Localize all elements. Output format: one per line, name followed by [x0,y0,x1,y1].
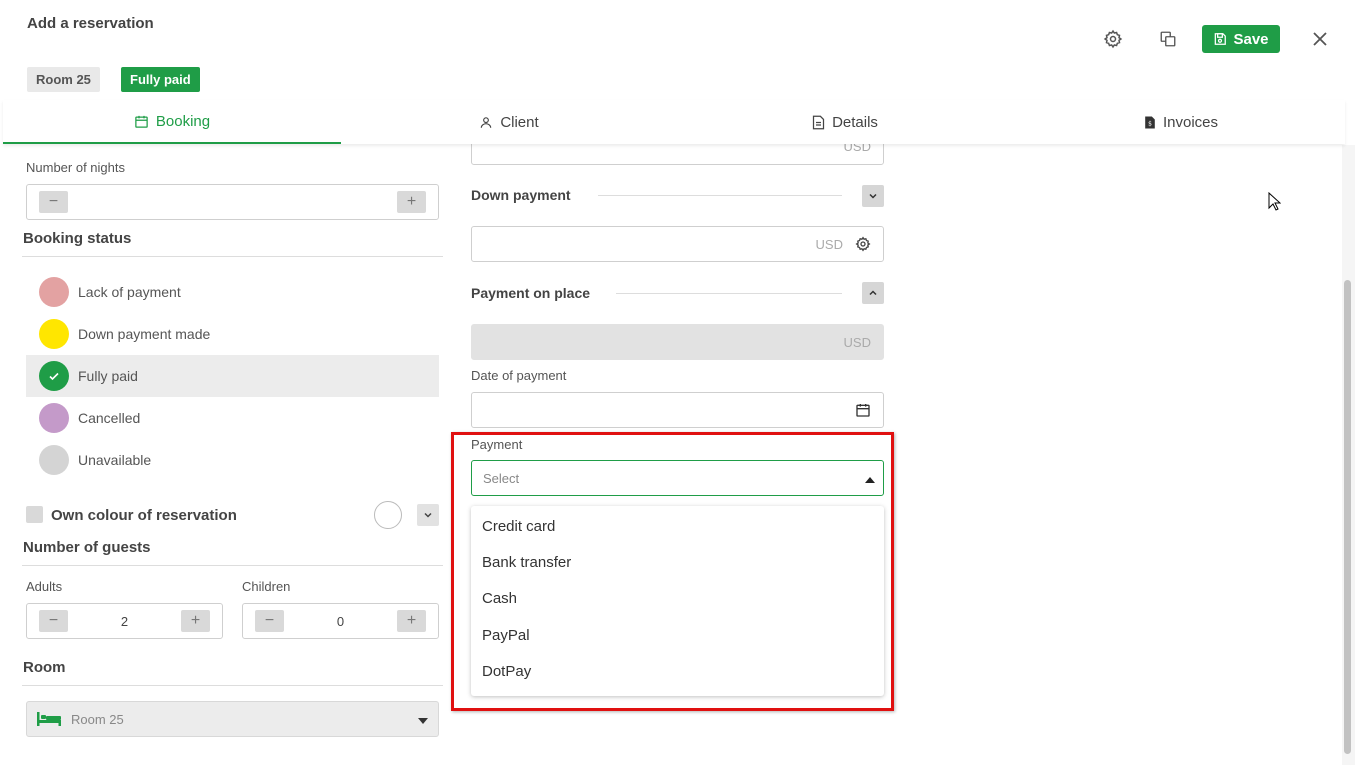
status-color-dot [39,319,69,349]
tab-bar: Booking Client Details $ Invoices [3,100,1345,144]
nights-stepper[interactable]: − + [26,184,439,220]
chevron-down-icon[interactable] [417,504,439,526]
divider [616,293,842,294]
check-icon [39,361,69,391]
adults-label: Adults [26,579,63,594]
floppy-disk-icon [1215,33,1227,45]
gear-icon[interactable] [1099,25,1127,53]
decrement-button[interactable]: − [39,191,68,213]
tab-label: Client [500,113,539,131]
booking-status-title: Booking status [23,230,132,247]
status-color-dot [39,403,69,433]
status-label: Cancelled [78,410,141,426]
close-icon[interactable] [1306,25,1334,53]
status-down-payment-made[interactable]: Down payment made [26,313,439,355]
svg-text:$: $ [1148,120,1152,127]
calendar-icon[interactable] [855,402,871,418]
user-icon [481,116,492,128]
status-fully-paid[interactable]: Fully paid [26,355,439,397]
decrement-button[interactable]: − [39,610,68,632]
own-colour-checkbox[interactable] [26,506,43,523]
room-select[interactable]: Room 25 [26,701,439,737]
invoice-icon: $ [1145,116,1155,128]
mouse-cursor-icon [1268,191,1282,216]
save-button[interactable]: Save [1202,25,1280,53]
payment-on-place-label: Payment on place [471,285,591,301]
status-label: Down payment made [78,326,211,342]
date-of-payment-input[interactable] [471,392,884,428]
caret-down-icon [418,712,428,727]
currency-label: USD [815,236,843,252]
status-unavailable[interactable]: Unavailable [26,439,439,481]
adults-value: 2 [120,613,129,629]
status-badge: Fully paid [121,67,200,92]
scrollbar-thumb[interactable] [1344,280,1351,754]
status-lack-of-payment[interactable]: Lack of payment [26,271,439,313]
status-cancelled[interactable]: Cancelled [26,397,439,439]
status-label: Unavailable [78,452,152,468]
highlight-box [451,432,894,711]
status-color-dot [39,445,69,475]
divider [22,685,443,686]
date-of-payment-label: Date of payment [471,368,567,383]
calendar-icon [135,115,148,128]
bed-icon [37,712,61,726]
currency-label: USD [843,334,871,350]
tab-label: Invoices [1162,113,1219,131]
tab-invoices[interactable]: $ Invoices [1013,100,1349,144]
increment-button[interactable]: + [396,610,426,632]
chevron-up-icon[interactable] [862,282,884,304]
own-colour-label: Own colour of reservation [51,507,237,524]
decrement-button[interactable]: − [255,610,284,632]
tab-client[interactable]: Client [341,100,677,144]
room-title: Room [23,659,66,676]
tab-booking[interactable]: Booking [3,100,341,144]
down-payment-label: Down payment [471,187,571,203]
children-stepper[interactable]: − 0 + [242,603,439,639]
room-value: Room 25 [71,711,124,727]
chevron-down-icon[interactable] [862,185,884,207]
increment-button[interactable]: + [180,610,210,632]
divider [22,565,443,566]
gear-icon[interactable] [855,236,871,252]
duplicate-icon[interactable] [1154,25,1182,53]
status-label: Lack of payment [78,284,181,300]
divider [22,256,443,257]
children-label: Children [242,579,291,594]
guests-title: Number of guests [23,539,151,556]
room-badge: Room 25 [27,67,100,92]
dialog-title: Add a reservation [27,15,154,32]
divider [598,195,842,196]
colour-picker-swatch[interactable] [374,501,402,529]
down-payment-input[interactable]: USD [471,226,884,262]
document-icon [812,115,825,129]
increment-button[interactable]: + [397,191,426,213]
tab-label: Booking [155,112,211,130]
save-label: Save [1233,30,1269,48]
status-label: Fully paid [78,368,138,384]
tab-label: Details [832,113,878,131]
children-value: 0 [336,613,345,629]
payment-on-place-input: USD [471,324,884,360]
tab-details[interactable]: Details [677,100,1013,144]
status-color-dot [39,277,69,307]
adults-stepper[interactable]: − 2 + [26,603,223,639]
nights-label: Number of nights [26,160,125,175]
